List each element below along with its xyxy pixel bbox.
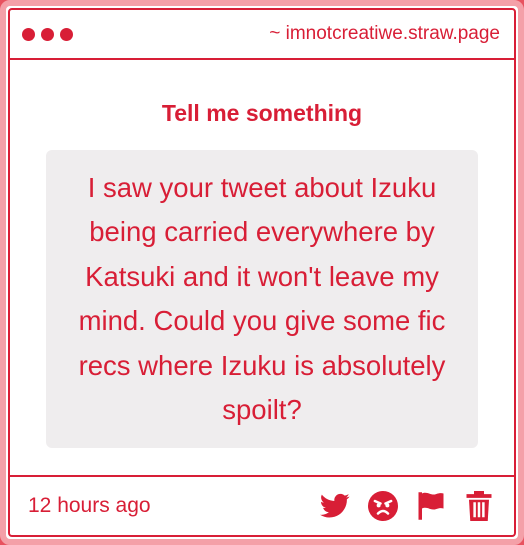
question-card: ~ imnotcreatiwe.straw.page Tell me somet… [0,0,524,545]
window-dot [41,27,54,41]
window-dot [60,27,73,41]
card-footer: 12 hours ago [10,475,514,535]
page-url: ~ imnotcreatiwe.straw.page [269,23,500,44]
prompt-title: Tell me something [161,100,363,126]
timestamp: 12 hours ago [28,494,151,517]
window-dots [22,27,73,41]
twitter-icon[interactable] [318,490,352,522]
question-box: I saw your tweet about Izuku being carri… [46,150,478,448]
action-bar [318,490,496,522]
card-inner: ~ imnotcreatiwe.straw.page Tell me somet… [8,8,516,537]
flag-icon[interactable] [414,490,448,522]
question-text: I saw your tweet about Izuku being carri… [78,171,446,426]
angry-face-icon[interactable] [366,490,400,522]
window-titlebar: ~ imnotcreatiwe.straw.page [10,10,514,60]
trash-icon[interactable] [462,490,496,522]
window-dot [22,27,35,41]
